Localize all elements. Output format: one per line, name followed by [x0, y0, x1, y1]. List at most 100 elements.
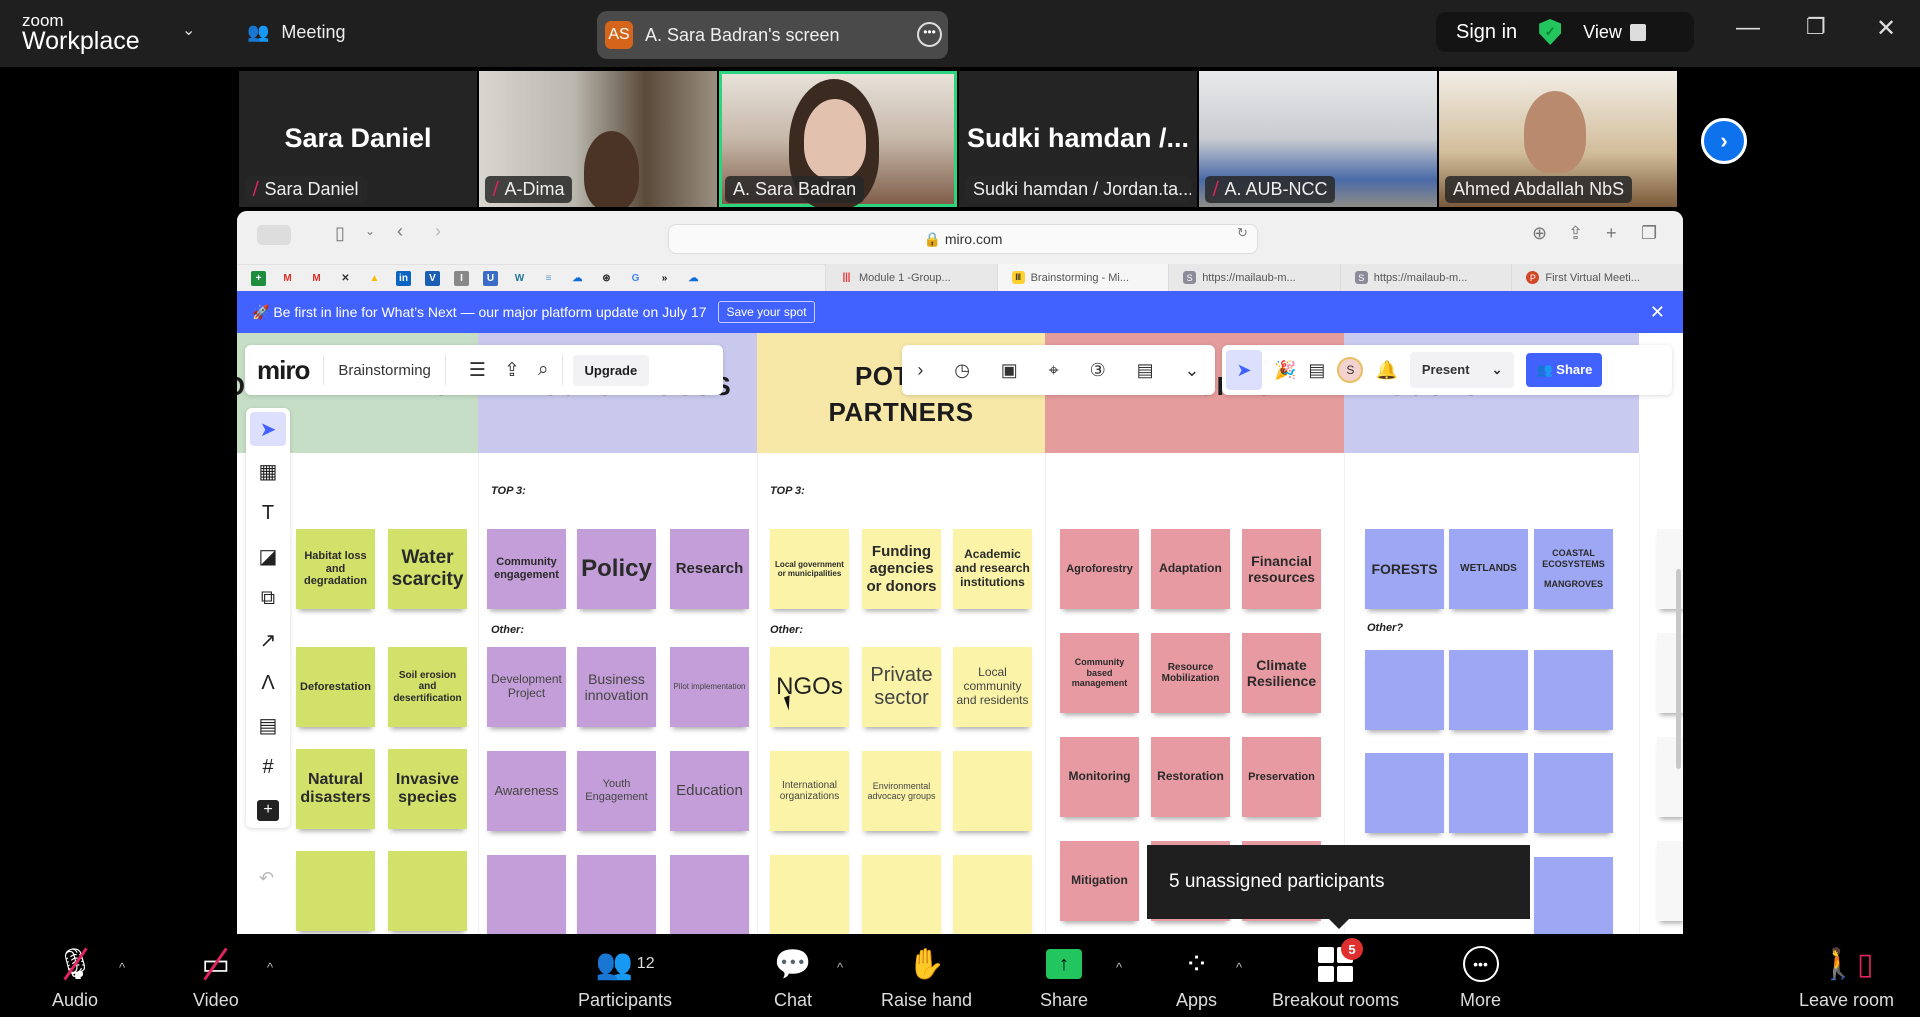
pen-tool-icon[interactable]: Λ — [250, 666, 286, 700]
participant-tile[interactable]: ⧸ A-Dima — [479, 71, 717, 207]
sidebar-profile-icon[interactable] — [257, 225, 291, 245]
sign-in-button[interactable]: Sign in — [1456, 21, 1517, 44]
card-icon[interactable]: ▣ — [1001, 360, 1018, 381]
security-shield-icon[interactable]: ✓ — [1539, 19, 1562, 45]
restore-icon[interactable]: ❐ — [1806, 14, 1826, 40]
sticky-note-empty[interactable] — [1534, 857, 1613, 934]
sticky-note-tool-icon[interactable]: ◪ — [250, 539, 286, 573]
view-button[interactable]: View — [1583, 22, 1646, 43]
share-icon[interactable]: ⇪ — [1568, 223, 1583, 244]
sticky-note-empty[interactable] — [953, 751, 1032, 831]
drive-icon[interactable]: ▲ — [367, 271, 382, 286]
pointer-icon[interactable]: ➤ — [1226, 350, 1262, 390]
sticky-note[interactable]: Environmental advocacy groups — [862, 751, 941, 831]
address-bar[interactable]: 🔒 miro.com — [668, 224, 1258, 254]
sticky-note[interactable]: Private sector — [862, 647, 941, 727]
sticky-note-partial[interactable] — [1657, 841, 1683, 921]
onedrive-icon[interactable]: ☁ — [686, 271, 701, 286]
comment-tool-icon[interactable]: ▤ — [250, 708, 286, 742]
sticky-note[interactable]: Community engagement — [487, 529, 566, 609]
chevron-down-icon[interactable]: ⌄ — [182, 20, 195, 40]
reactions-icon[interactable]: 🎉 — [1274, 360, 1296, 381]
onedrive-icon[interactable]: ☁ — [570, 271, 585, 286]
chevron-down-icon[interactable]: ⌄ — [365, 224, 375, 238]
avatar[interactable]: S — [1337, 357, 1364, 383]
chat-button[interactable]: 💬 Chat — [774, 944, 812, 1011]
sticky-note[interactable]: Adaptation — [1151, 529, 1230, 609]
apps-options-caret-icon[interactable]: ^ — [1236, 960, 1242, 975]
video-button[interactable]: ▭ Video — [193, 944, 239, 1011]
bookmark-icon[interactable]: ≡ — [541, 271, 556, 286]
add-more-tools-icon[interactable]: + — [257, 799, 279, 821]
sticky-note[interactable]: Preservation — [1242, 737, 1321, 817]
participant-tile-active-speaker[interactable]: A. Sara Badran — [719, 71, 957, 207]
participant-tile[interactable]: ⧸ A. AUB-NCC — [1199, 71, 1437, 207]
sticky-note[interactable]: Funding agencies or donors — [862, 529, 941, 609]
export-icon[interactable]: ⇪ — [504, 359, 520, 382]
miro-logo[interactable]: miro — [257, 355, 310, 386]
undo-icon[interactable]: ↶ — [259, 868, 274, 889]
sticky-note-empty[interactable] — [1534, 753, 1613, 833]
browser-tab[interactable]: P First Virtual Meeti... — [1511, 264, 1683, 291]
vimeo-icon[interactable]: V — [425, 270, 440, 286]
sticky-note[interactable]: WETLANDS — [1449, 529, 1528, 609]
audio-button[interactable]: 🎙 Audio — [52, 944, 98, 1011]
share-options-caret-icon[interactable]: ^ — [1116, 960, 1122, 975]
close-icon[interactable]: ✕ — [1650, 302, 1665, 323]
sticky-note[interactable]: Restoration — [1151, 737, 1230, 817]
bookmark-icon[interactable]: ✕ — [338, 271, 353, 286]
more-options-icon[interactable]: ••• — [917, 22, 942, 47]
sticky-note-empty[interactable] — [1365, 650, 1444, 730]
voting-icon[interactable]: ③ — [1090, 360, 1106, 381]
sticky-note-empty[interactable] — [862, 855, 941, 934]
forward-icon[interactable]: › — [435, 221, 441, 242]
timer-icon[interactable]: ◷ — [954, 360, 970, 381]
save-your-spot-button[interactable]: Save your spot — [718, 301, 815, 323]
minimize-icon[interactable]: — — [1736, 14, 1760, 42]
shapes-tool-icon[interactable]: ⧉ — [250, 581, 286, 615]
sticky-note[interactable]: Mitigation — [1060, 841, 1139, 921]
raise-hand-button[interactable]: ✋ Raise hand — [881, 944, 972, 1011]
sidebar-toggle-icon[interactable]: ▯ — [335, 223, 345, 244]
sticky-note-empty[interactable] — [388, 851, 467, 931]
participants-button[interactable]: 👥 12 Participants — [578, 944, 672, 1011]
participant-tile[interactable]: Ahmed Abdallah NbS — [1439, 71, 1677, 207]
sticky-note[interactable]: Natural disasters — [296, 749, 375, 829]
video-options-caret-icon[interactable]: ^ — [267, 960, 273, 975]
share-button[interactable]: 👥 Share — [1526, 353, 1603, 387]
board-name[interactable]: Brainstorming — [338, 362, 431, 379]
audio-options-caret-icon[interactable]: ^ — [119, 960, 125, 975]
participant-tile[interactable]: Sudki hamdan /... Sudki hamdan / Jordan.… — [959, 71, 1197, 207]
frame-tool-icon[interactable]: # — [250, 751, 286, 785]
sticky-note-empty[interactable] — [1534, 650, 1613, 730]
select-tool-icon[interactable]: ➤ — [250, 412, 286, 447]
sticky-note[interactable]: COASTAL ECOSYSTEMS MANGROVES — [1534, 529, 1613, 609]
sticky-note[interactable]: Soil erosion and desertification — [388, 647, 467, 727]
gmail-icon[interactable]: M — [280, 271, 295, 286]
sticky-note[interactable]: Invasive species — [388, 749, 467, 829]
sticky-note[interactable]: Academic and research institutions — [953, 529, 1032, 609]
sticky-note[interactable]: Research — [670, 529, 749, 609]
sticky-note[interactable]: Monitoring — [1060, 737, 1139, 817]
upgrade-button[interactable]: Upgrade — [572, 354, 650, 386]
sticky-note[interactable]: Business innovation — [577, 647, 656, 727]
chat-options-caret-icon[interactable]: ^ — [837, 960, 843, 975]
sticky-note-empty[interactable] — [487, 855, 566, 934]
gmail-icon[interactable]: M — [309, 271, 324, 286]
share-screen-button[interactable]: ↑ Share — [1040, 944, 1088, 1011]
sheets-icon[interactable]: + — [251, 270, 266, 286]
comments-icon[interactable]: ▤ — [1308, 360, 1325, 381]
sticky-note[interactable]: Resource Mobilization — [1151, 633, 1230, 713]
browser-tab[interactable]: Shttps://mailaub-m... — [1339, 264, 1512, 291]
sticky-note-empty[interactable] — [1449, 753, 1528, 833]
sticky-note[interactable]: Water scarcity — [388, 529, 467, 609]
participant-tile[interactable]: Sara Daniel ⧸ Sara Daniel — [239, 71, 477, 207]
close-icon[interactable]: ✕ — [1876, 14, 1896, 43]
sticky-note-empty[interactable] — [1449, 650, 1528, 730]
focus-icon[interactable]: ⌖ — [1049, 360, 1059, 381]
browser-tab[interactable]: Ⅲ Module 1 -Group... — [825, 264, 997, 291]
tab-overview-icon[interactable]: ❐ — [1641, 223, 1657, 244]
sticky-note[interactable]: Development Project — [487, 647, 566, 727]
browser-tab-active[interactable]: Ⅲ Brainstorming - Mi... — [996, 264, 1169, 291]
present-button[interactable]: Present ⌄ — [1409, 352, 1515, 388]
